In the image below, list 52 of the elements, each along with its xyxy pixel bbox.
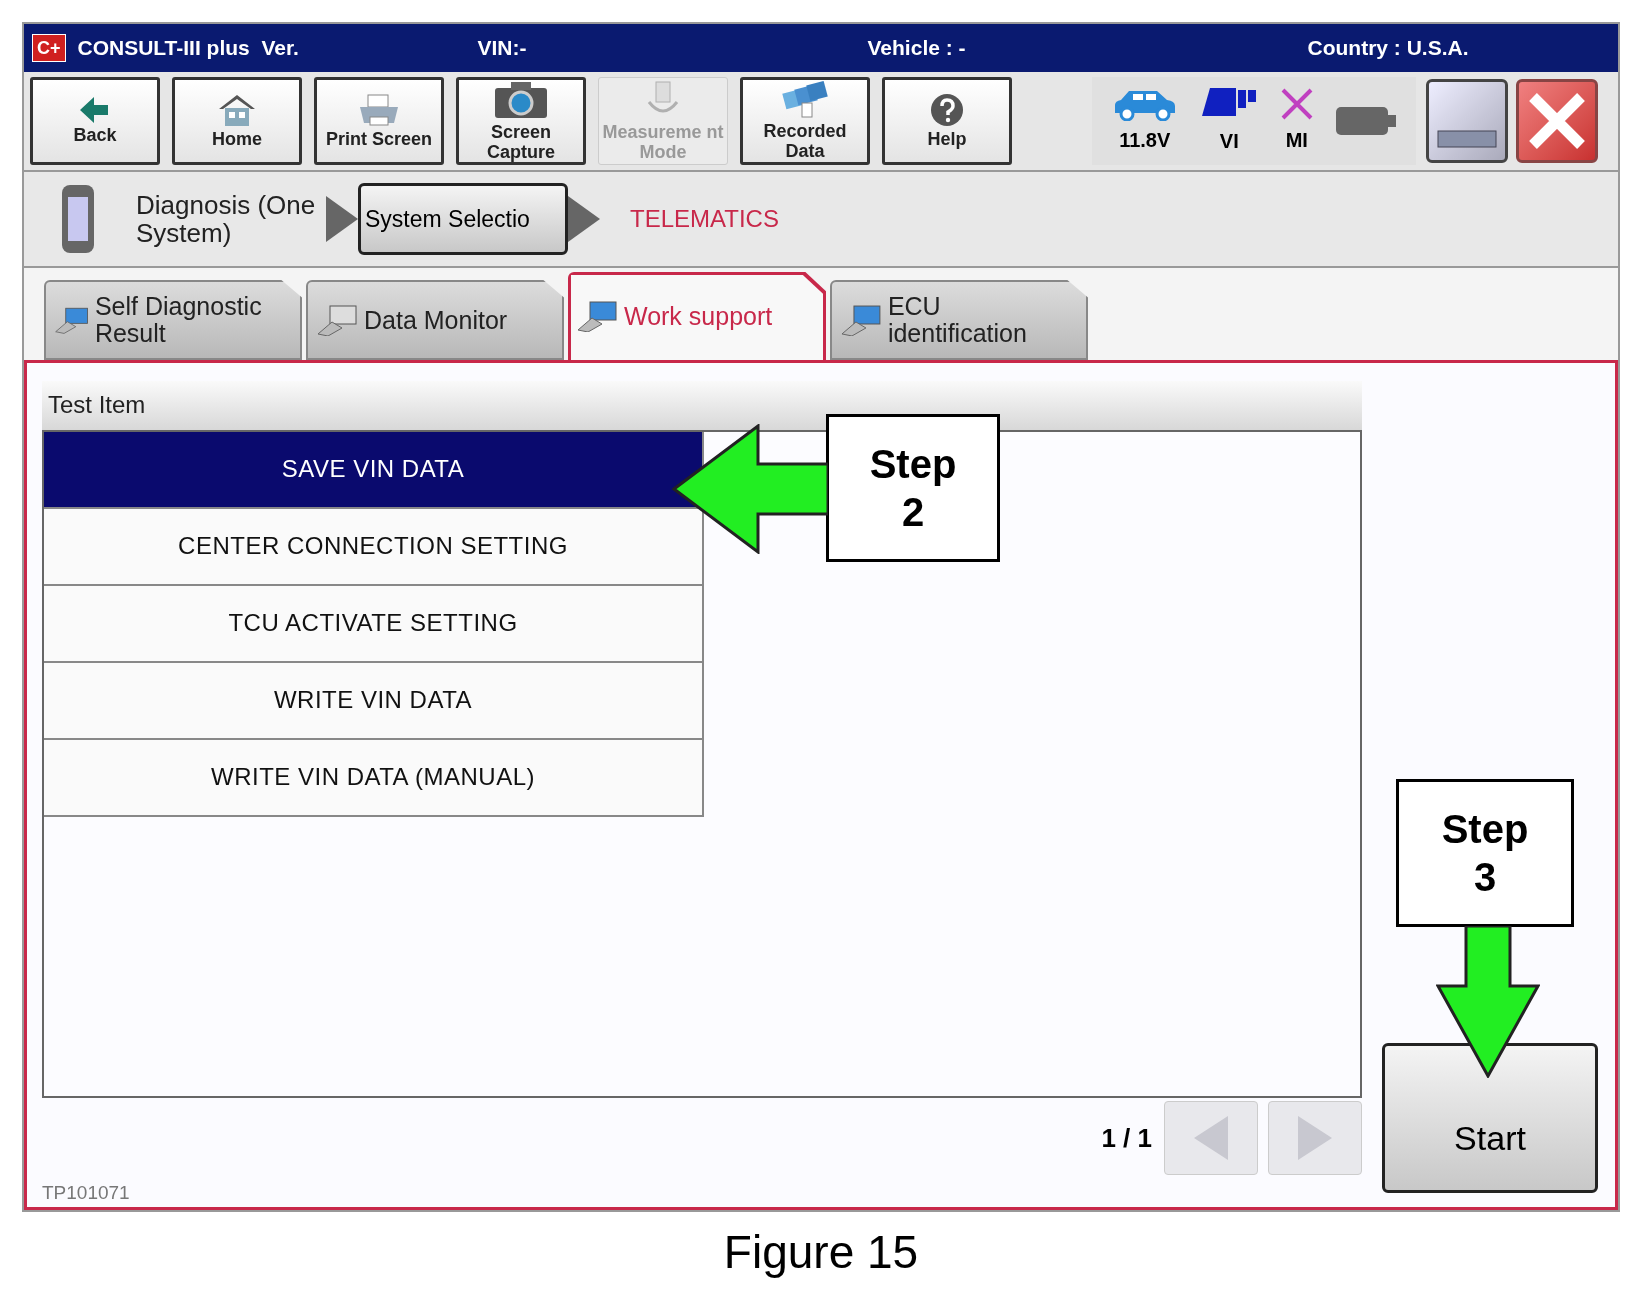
country-label: Country : U.S.A.	[1307, 35, 1469, 62]
start-button[interactable]: Start	[1382, 1043, 1598, 1193]
tab[interactable]: ECU identification	[830, 280, 1088, 360]
test-item-row[interactable]: CENTER CONNECTION SETTING	[44, 508, 704, 586]
toolbar-button[interactable]: Recorded Data	[740, 77, 870, 165]
close-button[interactable]	[1516, 79, 1598, 163]
test-item-row[interactable]: TCU ACTIVATE SETTING	[44, 585, 704, 663]
toolbar-button[interactable]: Screen Capture	[456, 77, 586, 165]
minimize-icon	[1437, 130, 1497, 148]
left-triangle-icon	[1194, 1116, 1228, 1161]
status-label: 11.8V	[1119, 128, 1171, 153]
breadcrumb-current: TELEMATICS	[630, 204, 779, 234]
minimize-button[interactable]	[1426, 79, 1508, 163]
toolbar-button[interactable]: Home	[172, 77, 302, 165]
app-title: CONSULT-III plus Ver.	[77, 35, 300, 62]
breadcrumb-arrow-icon	[568, 196, 600, 242]
tab-icon	[316, 304, 360, 336]
tab-icon	[840, 304, 884, 336]
right-triangle-icon	[1298, 1116, 1332, 1161]
system-selection-button[interactable]: System Selectio	[358, 183, 568, 255]
breadcrumb-arrow-icon	[326, 196, 358, 242]
folders-icon	[780, 81, 830, 119]
device-icon	[60, 183, 96, 255]
toolbar-button[interactable]: Print Screen	[314, 77, 444, 165]
test-item-row[interactable]: SAVE VIN DATA	[44, 431, 704, 509]
vehicle-label: Vehicle : -	[867, 35, 967, 62]
step-callout: Step 3	[1396, 779, 1574, 927]
document-id: TP101071	[42, 1180, 131, 1205]
tab-icon	[576, 300, 620, 332]
help-icon	[930, 93, 964, 127]
figure-caption: Figure 15	[722, 1225, 920, 1280]
tab[interactable]: Data Monitor	[306, 280, 564, 360]
status-label: MI	[1285, 128, 1308, 153]
close-icon	[1527, 91, 1587, 151]
toolbar-button[interactable]: Back	[30, 77, 160, 165]
cross-icon	[1279, 87, 1314, 121]
step-callout: Step 2	[826, 414, 1000, 562]
test-item-row[interactable]: WRITE VIN DATA (MANUAL)	[44, 739, 704, 817]
vin-label: VIN:-	[477, 35, 528, 62]
breadcrumb-step: Diagnosis (One System)	[136, 191, 326, 247]
camera-icon	[493, 80, 549, 120]
status-label: VI	[1219, 129, 1239, 154]
battery-icon	[1335, 106, 1398, 136]
table-header: Test Item	[42, 381, 1362, 430]
tab[interactable]: Work support	[568, 272, 826, 360]
page-indicator: 1 / 1	[1101, 1121, 1152, 1155]
test-item-row[interactable]: WRITE VIN DATA	[44, 662, 704, 740]
back-arrow-icon	[80, 97, 110, 123]
home-icon	[217, 93, 257, 127]
tab[interactable]: Self Diagnostic Result	[44, 280, 302, 360]
app-logo: C+	[32, 34, 66, 62]
toolbar-button[interactable]: Help	[882, 77, 1012, 165]
